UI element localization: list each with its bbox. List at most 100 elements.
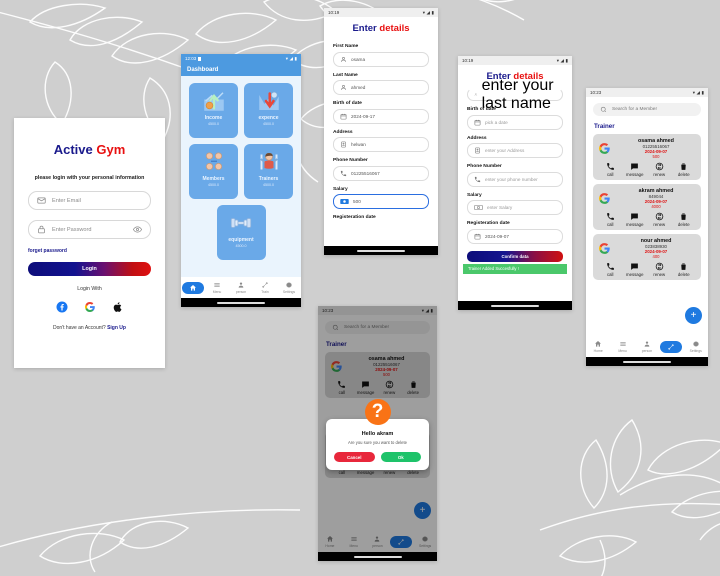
nav-item-train[interactable]	[660, 340, 683, 353]
email-field[interactable]: Enter Email	[28, 191, 151, 210]
phone-screen-dashboard: 12:03 ▾ ◢ ▮ Dashboard Income 4500.0 expenc…	[181, 54, 301, 307]
nav-item-home[interactable]: Home	[588, 340, 608, 353]
person-icon	[644, 341, 650, 347]
action-label: call	[607, 272, 614, 277]
login-button[interactable]: Login	[28, 262, 151, 276]
dashboard-card-income[interactable]: Income 4500.0	[189, 83, 238, 138]
status-time: 10:23	[590, 90, 602, 95]
battery-icon: ▮	[294, 55, 297, 61]
trainer-person-icon	[257, 149, 281, 175]
input-placeholder: enter your Address	[485, 148, 525, 153]
card-label: equipment	[228, 237, 254, 243]
wifi-icon: ▾	[285, 55, 289, 61]
confirm-data-button[interactable]: Confirm data	[467, 250, 563, 262]
trainer-card[interactable]: nour ahmed 023838930 2024-09-07 400 call…	[593, 234, 701, 280]
nav-item-train[interactable]: Train	[255, 281, 275, 294]
action-renew[interactable]: renew	[648, 262, 670, 277]
action-renew[interactable]: renew	[648, 212, 670, 227]
action-call[interactable]: call	[599, 262, 621, 277]
input-salary[interactable]: 500	[333, 194, 429, 209]
action-delete[interactable]: delete	[673, 162, 695, 177]
dashboard-card-equipment[interactable]: equipment 4500.0	[216, 205, 266, 260]
action-label: renew	[653, 222, 666, 227]
trainer-card[interactable]: akram ahmed 849044 2024-09-07 4000 call …	[593, 184, 701, 230]
dialog-ok-button[interactable]: Ok	[380, 452, 421, 462]
input-last-name-partial[interactable]: enter your last name	[467, 77, 563, 112]
field-label-first-name: First Name	[333, 44, 359, 49]
field-label-registration-date: Registeration date	[333, 215, 376, 220]
action-label: delete	[677, 272, 690, 277]
dashboard-card-trainers[interactable]: Trainers 4500.0	[244, 144, 293, 199]
input-birth-date[interactable]: 2024-09-17	[333, 108, 429, 124]
delete-confirm-dialog: Hello akram Are you sure you want to del…	[326, 419, 429, 470]
nav-item-person[interactable]: person	[637, 340, 657, 353]
home-icon	[190, 284, 196, 291]
nav-item-person[interactable]: person	[231, 281, 251, 294]
apple-icon[interactable]	[112, 301, 124, 313]
trainer-card[interactable]: osama ahmed 01225516067 2024-09-07 500 c…	[593, 134, 701, 180]
input-phone[interactable]: 01225516067	[333, 165, 429, 181]
dialog-cancel-button[interactable]: Cancel	[334, 452, 375, 462]
bottom-navigation: Menu person Train Settings	[181, 277, 301, 298]
card-label: expence	[258, 115, 279, 121]
phone-screen-enter-details-filled: 10:19 ▾ ◢ ▮ Enter details First Name osama…	[324, 8, 438, 255]
phone-screen-delete-dialog: 10:23 ▾ ◢ ▮ Search for a Member Trainer os…	[318, 306, 437, 561]
input-value: 2024-09-17	[351, 113, 375, 119]
calendar-icon	[474, 233, 481, 239]
phone-screen-enter-details-empty: 10:19 ▾ ◢ ▮ Enter details enter your last …	[458, 56, 572, 310]
message-icon	[631, 163, 639, 170]
password-field[interactable]: Enter Password	[28, 220, 151, 239]
action-message[interactable]: message	[624, 262, 646, 277]
person-icon	[474, 93, 477, 96]
input-last-name[interactable]: ahmed	[333, 80, 429, 95]
card-label: Trainers	[258, 176, 279, 182]
signup-link[interactable]: Sign Up	[107, 325, 126, 331]
input-address[interactable]: helwan	[333, 137, 429, 152]
nav-item-settings[interactable]: Settings	[686, 340, 706, 353]
action-message[interactable]: message	[624, 162, 646, 177]
dashboard-card-expence[interactable]: expence 4500.0	[244, 83, 293, 138]
address-icon	[475, 147, 480, 154]
input-birth-date[interactable]: pick a date	[467, 114, 563, 130]
facebook-icon[interactable]	[56, 301, 68, 313]
input-phone[interactable]: enter your phone number	[467, 171, 563, 187]
eye-icon[interactable]	[133, 225, 142, 234]
action-message[interactable]: message	[624, 212, 646, 227]
message-icon	[631, 263, 639, 270]
address-icon	[341, 141, 346, 148]
phone-icon	[606, 263, 614, 270]
google-icon[interactable]	[84, 301, 96, 313]
input-first-name[interactable]: osama	[333, 51, 429, 67]
home-icon	[595, 341, 602, 347]
field-label-birth-date: Birth of date	[333, 101, 362, 106]
action-call[interactable]: call	[599, 212, 621, 227]
nav-item-menu[interactable]: Menu	[207, 281, 227, 294]
search-input[interactable]: Search for a Member	[593, 103, 701, 116]
train-icon	[262, 282, 268, 288]
nav-item-menu[interactable]: Menu	[613, 340, 633, 353]
trainer-salary: 4000	[651, 204, 661, 209]
input-salary[interactable]: enter Salary	[467, 200, 563, 215]
action-label: delete	[677, 222, 690, 227]
input-registration-date[interactable]: 2024-09-07	[467, 228, 563, 244]
forgot-password-link[interactable]: forget password	[28, 248, 151, 254]
action-delete[interactable]: delete	[673, 212, 695, 227]
dashboard-card-members[interactable]: Members 4500.0	[189, 144, 238, 199]
income-arrow-up-icon	[202, 88, 226, 114]
card-label: Income	[204, 115, 223, 121]
nav-label: person	[641, 349, 653, 353]
action-renew[interactable]: renew	[648, 162, 670, 177]
card-value: 4500.0	[235, 244, 247, 248]
action-call[interactable]: call	[599, 162, 621, 177]
action-delete[interactable]: delete	[673, 262, 695, 277]
nav-item-settings[interactable]: Settings	[279, 281, 299, 294]
status-time: 12:03	[185, 56, 197, 61]
gesture-bar	[458, 301, 572, 310]
input-address[interactable]: enter your Address	[467, 143, 563, 158]
money-icon	[474, 204, 483, 211]
field-label-address: Address	[467, 135, 487, 141]
add-trainer-fab[interactable]: +	[685, 307, 702, 324]
action-label: call	[607, 172, 614, 177]
nav-item-home[interactable]	[182, 281, 204, 294]
field-label-last-name: Last Name	[333, 72, 358, 78]
